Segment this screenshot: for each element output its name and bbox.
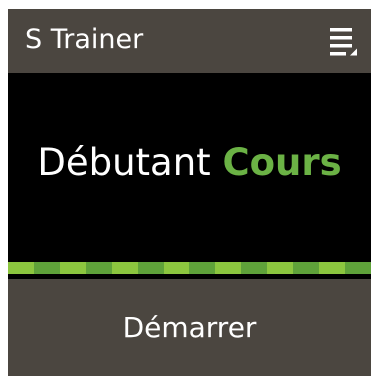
start-button-label: Démarrer (122, 311, 257, 344)
training-level-text: Débutant Cours (8, 140, 371, 186)
level-label: Débutant (37, 141, 211, 184)
strip-segment (215, 262, 242, 274)
strip-segment (59, 262, 86, 274)
watch-screen: S Trainer Débutant Cours Démarrer (8, 9, 371, 376)
strip-segment (85, 262, 112, 274)
strip-segment (241, 262, 268, 274)
list-menu-icon-glyph (330, 28, 357, 56)
start-button[interactable]: Démarrer (8, 279, 371, 376)
training-mode-display: Débutant Cours (8, 73, 371, 262)
strip-segment (293, 262, 320, 274)
strip-segment (344, 262, 371, 274)
app-header: S Trainer (8, 9, 371, 73)
strip-segment (319, 262, 345, 274)
strip-segment (33, 262, 60, 274)
strip-segment (267, 262, 294, 274)
list-menu-icon[interactable] (330, 26, 358, 56)
strip-segment (111, 262, 138, 274)
strip-segment (8, 262, 34, 274)
progress-strip (8, 262, 371, 274)
mode-label: Cours (222, 141, 342, 184)
app-title: S Trainer (25, 24, 144, 55)
strip-segment (163, 262, 190, 274)
strip-segment (137, 262, 164, 274)
strip-segment (189, 262, 216, 274)
